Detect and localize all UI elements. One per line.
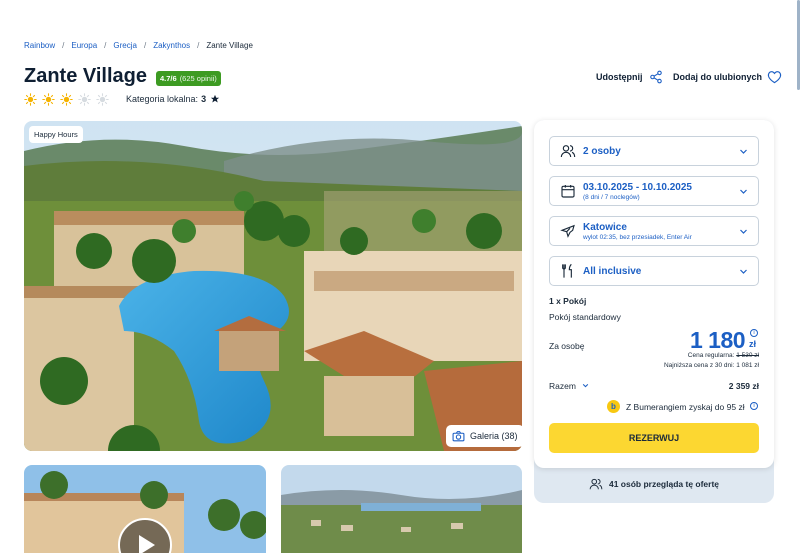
gallery-button[interactable]: Galeria (38) [446, 425, 524, 447]
sun-rating [24, 93, 109, 106]
regular-price-row: Cena regularna: 1 530 zł [688, 352, 759, 359]
breadcrumb-item-rainbow[interactable]: Rainbow [24, 41, 55, 50]
breadcrumb-separator: / [62, 41, 65, 50]
total-label: Razem [549, 381, 576, 391]
gallery-label: Galeria (38) [470, 431, 518, 441]
rating-value: 4.7/6 [160, 74, 177, 83]
share-button[interactable]: Udostępnij [596, 70, 663, 84]
sun-icon-filled [24, 93, 37, 106]
hotel-video-thumbnail [24, 465, 266, 553]
breadcrumb-separator: / [143, 41, 147, 50]
price-currency: zł [749, 339, 757, 349]
total-price: 2 359 zł [728, 381, 759, 391]
thumbnail-aerial[interactable] [281, 465, 522, 553]
add-to-favorites-button[interactable]: Dodaj do ulubionych [673, 70, 782, 84]
persons-selector[interactable]: 2 osoby [549, 136, 759, 166]
thumbnail-video[interactable] [24, 465, 266, 553]
cutlery-icon [562, 263, 572, 278]
breadcrumb-item-europa[interactable]: Europa [71, 41, 97, 50]
chevron-down-icon [740, 149, 747, 154]
viewers-notice: 41 osób przegląda tę ofertę [534, 477, 774, 491]
departure-city: Katowice [583, 221, 627, 233]
sun-icon-filled [42, 93, 55, 106]
price-info-icon[interactable]: i [750, 329, 758, 337]
lowest-price-row: Najniższa cena z 30 dni: 1 081 zł [664, 362, 759, 369]
sun-icon-empty [96, 93, 109, 106]
heart-icon [767, 71, 782, 84]
star-icon [210, 94, 220, 103]
lowest-price-label: Najniższa cena z 30 dni: [663, 362, 735, 369]
local-category: Kategoria lokalna: 3 [126, 94, 220, 104]
breadcrumb: Rainbow / Europa / Grecja / Zakynthos / … [24, 41, 253, 50]
category-label: Kategoria lokalna: [126, 94, 199, 104]
per-person-label: Za osobę [549, 341, 585, 351]
hotel-title: Zante Village [24, 65, 148, 87]
room-type: Pokój standardowy [549, 312, 621, 322]
total-toggle[interactable]: Razem [549, 381, 589, 391]
calendar-icon [561, 185, 575, 198]
viewers-text: 41 osób przegląda tę ofertę [608, 479, 720, 489]
breadcrumb-separator: / [104, 41, 107, 50]
breadcrumb-separator: / [197, 41, 200, 50]
dates-duration: (8 dni / 7 noclegów) [583, 193, 640, 201]
bumerang-info-icon[interactable]: i [750, 402, 758, 410]
bumerang-promo: b Z Bumerangiem zyskaj do 95 zł [607, 400, 745, 413]
breadcrumb-item-zakynthos[interactable]: Zakynthos [153, 41, 190, 50]
category-value: 3 [201, 94, 207, 104]
departure-details: wylot 02:35, bez przesiadek, Enter Air [583, 233, 692, 241]
bumerang-icon: b [607, 400, 620, 413]
favorite-label: Dodaj do ulubionych [673, 72, 762, 82]
dates-value: 03.10.2025 - 10.10.2025 [583, 181, 692, 193]
sun-icon-empty [78, 93, 91, 106]
room-count: 1 x Pokój [549, 296, 587, 306]
chevron-down-icon [740, 229, 747, 234]
main-hotel-photo[interactable] [24, 121, 522, 451]
camera-icon [452, 430, 465, 441]
rating-badge[interactable]: 4.7/6 (625 opinii) [156, 71, 221, 86]
plane-icon [560, 224, 575, 238]
chevron-down-icon [740, 269, 747, 274]
board-value: All inclusive [583, 265, 642, 277]
departure-selector[interactable]: Katowice wylot 02:35, bez przesiadek, En… [549, 216, 759, 246]
breadcrumb-item-grecja[interactable]: Grecja [113, 41, 137, 50]
booking-panel [534, 120, 774, 468]
regular-price-value: 1 530 zł [736, 352, 759, 359]
rating-count: (625 opinii) [179, 74, 217, 83]
persons-value: 2 osoby [583, 145, 621, 157]
breadcrumb-item-current: Zante Village [206, 41, 253, 50]
lowest-price-value: 1 081 zł [736, 362, 759, 369]
regular-price-label: Cena regularna: [687, 352, 735, 359]
sun-icon-filled [60, 93, 73, 106]
aerial-view-image [281, 465, 522, 553]
share-label: Udostępnij [596, 72, 643, 82]
share-icon [649, 70, 662, 84]
chevron-down-icon [583, 383, 589, 388]
chevron-down-icon [740, 189, 747, 194]
people-icon [560, 145, 576, 158]
dates-selector[interactable]: 03.10.2025 - 10.10.2025 (8 dni / 7 nocle… [549, 176, 759, 206]
board-selector[interactable]: All inclusive [549, 256, 759, 286]
bumerang-text: Z Bumerangiem zyskaj do 95 zł [626, 401, 745, 412]
happy-hours-badge: Happy Hours [29, 126, 83, 143]
people-icon [589, 478, 603, 490]
hotel-pool-image [24, 121, 522, 451]
price-per-person: 1 180 [690, 327, 746, 353]
reserve-button[interactable]: REZERWUJ [549, 423, 759, 453]
